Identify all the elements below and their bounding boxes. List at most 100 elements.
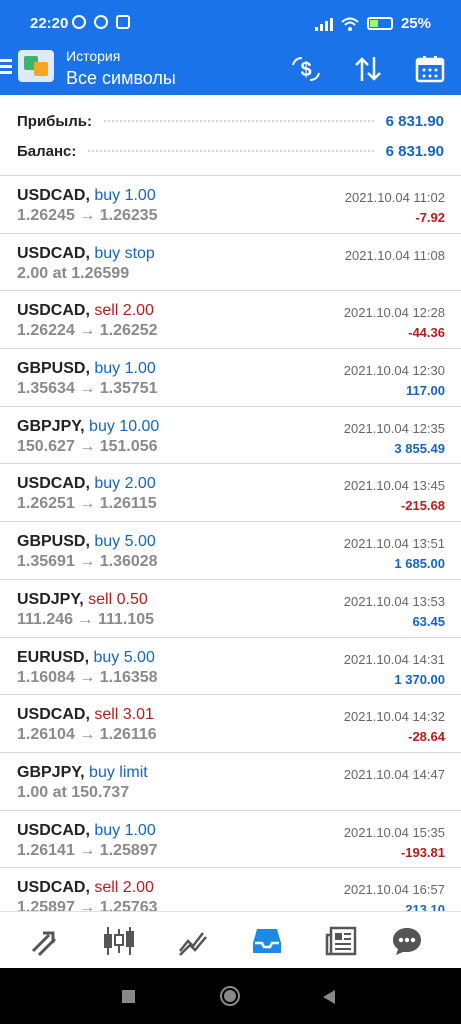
trade-prices: 1.26141 → 1.25897 (17, 841, 158, 859)
trade-row[interactable]: USDCAD, sell 3.01 1.26104 → 1.26116 2021.1… (0, 695, 461, 753)
trade-row[interactable]: USDCAD, sell 2.00 1.25897 → 1.25763 2021.1… (0, 868, 461, 911)
trade-symbol: GBPJPY, (17, 763, 85, 781)
bottom-nav (0, 911, 461, 968)
chat-icon[interactable] (390, 924, 424, 958)
trade-row[interactable]: USDCAD, sell 2.00 1.26224 → 1.26252 2021.1… (0, 291, 461, 350)
trade-title: USDCAD, buy 1.00 (17, 187, 156, 205)
chart-icon[interactable] (102, 924, 136, 958)
trade-title: USDCAD, buy 1.00 (17, 822, 156, 840)
trade-title: EURUSD, buy 5.00 (17, 649, 155, 667)
trade-title: USDJPY, sell 0.50 (17, 591, 148, 609)
trade-row[interactable]: GBPJPY, buy limit 1.00 at 150.737 2021.10.… (0, 753, 461, 811)
profit-row: Прибыль: 6 831.90 (17, 110, 444, 132)
trade-time: 2021.10.04 15:35 (343, 824, 445, 840)
trade-profit: 1 685.00 (394, 556, 445, 572)
quotes-icon[interactable] (28, 924, 62, 958)
symbol-filter[interactable]: Все символы (66, 68, 176, 89)
status-bar: 22:20 25% (0, 0, 461, 46)
trade-profit: -193.81 (400, 844, 445, 860)
trade-profit: -28.64 (408, 729, 445, 745)
trade-title: GBPUSD, buy 5.00 (17, 533, 156, 551)
trade-time: 2021.10.04 13:51 (343, 536, 445, 552)
trade-history-list[interactable]: USDCAD, buy 1.00 1.26245 → 1.26235 2021.10… (0, 176, 461, 911)
profit-value: 6 831.90 (385, 112, 444, 130)
trade-symbol: USDCAD, (17, 187, 90, 204)
dotted-leader (88, 150, 374, 152)
trade-time: 2021.10.04 16:57 (343, 882, 445, 898)
profit-label: Прибыль: (17, 112, 92, 130)
trade-time: 2021.10.04 12:30 (343, 363, 445, 379)
trade-prices: 1.35691 → 1.36028 (17, 553, 158, 571)
trade-action: buy 5.00 (94, 533, 156, 551)
trade-action: sell 2.00 (94, 302, 154, 320)
balance-row: Баланс: 6 831.90 (17, 140, 444, 162)
trade-prices: 111.246 → 111.105 (17, 610, 155, 628)
trade-symbol: USDCAD, (17, 879, 90, 897)
svg-text:$: $ (300, 59, 311, 81)
trade-action: buy 1.00 (94, 821, 156, 839)
news-icon[interactable] (324, 924, 358, 958)
app-logo (18, 50, 54, 82)
trade-action: buy 1.00 (94, 187, 156, 204)
trade-symbol: USDCAD, (17, 475, 90, 493)
trade-row[interactable]: GBPUSD, buy 1.00 1.35634 → 1.35751 2021.10… (0, 349, 461, 407)
trade-profit: 213.10 (405, 902, 445, 911)
trade-symbol: EURUSD, (17, 648, 90, 666)
trade-prices: 1.00 at 150.737 (17, 783, 130, 801)
trade-prices: 1.26224 → 1.26252 (17, 322, 158, 340)
currency-exchange-icon[interactable]: $ (290, 54, 322, 84)
trade-action: buy limit (89, 763, 148, 781)
page-title: История (66, 48, 121, 64)
trade-symbol: USDCAD, (17, 302, 90, 320)
trade-title: USDCAD, buy stop (17, 245, 155, 263)
trade-title: USDCAD, sell 2.00 (17, 302, 154, 320)
trade-prices: 1.26245 → 1.26235 (17, 207, 158, 224)
status-right: 25% (314, 15, 431, 32)
trade-time: 2021.10.04 14:47 (343, 766, 445, 782)
battery-icon (366, 17, 393, 30)
trade-row[interactable]: USDCAD, buy 1.00 1.26141 → 1.25897 2021.10… (0, 811, 461, 869)
trade-title: GBPJPY, buy 10.00 (17, 418, 159, 436)
history-icon[interactable] (250, 924, 284, 958)
trade-time: 2021.10.04 13:45 (343, 478, 445, 494)
trade-prices: 1.26104 → 1.26116 (17, 726, 157, 744)
trade-row[interactable]: USDCAD, buy 1.00 1.26245 → 1.26235 2021.10… (0, 176, 461, 234)
trade-action: buy 10.00 (89, 417, 160, 435)
trade-profit: 1 370.00 (394, 671, 445, 687)
trade-prices: 1.35634 → 1.35751 (17, 380, 158, 398)
trade-row[interactable]: USDCAD, buy 2.00 1.26251 → 1.26115 2021.10… (0, 464, 461, 523)
menu-icon[interactable] (0, 56, 14, 76)
trade-row[interactable]: USDJPY, sell 0.50 111.246 → 111.105 2021.1… (0, 580, 461, 638)
sort-icon[interactable] (352, 54, 384, 84)
trade-time: 2021.10.04 14:31 (343, 651, 445, 667)
trade-prices: 1.25897 → 1.25763 (17, 899, 158, 911)
trade-time: 2021.10.04 12:35 (343, 420, 445, 436)
trade-action: buy 2.00 (94, 475, 156, 493)
trade-icon[interactable] (176, 924, 210, 958)
account-summary: Прибыль: 6 831.90 Баланс: 6 831.90 (0, 95, 461, 176)
trade-row[interactable]: EURUSD, buy 5.00 1.16084 → 1.16358 2021.10… (0, 638, 461, 696)
shield-icon (116, 15, 130, 29)
home-button[interactable] (220, 986, 240, 1006)
trade-time: 2021.10.04 11:08 (344, 247, 445, 263)
trade-title: GBPUSD, buy 1.00 (17, 360, 156, 378)
trade-row[interactable]: USDCAD, buy stop 2.00 at 1.26599 2021.10.0… (0, 234, 461, 292)
signal-icon (314, 17, 333, 31)
calendar-icon[interactable] (414, 54, 446, 84)
trade-action: sell 2.00 (94, 879, 154, 897)
trade-title: GBPJPY, buy limit (17, 764, 148, 782)
trade-title: USDCAD, sell 3.01 (17, 706, 154, 724)
trade-row[interactable]: GBPUSD, buy 5.00 1.35691 → 1.36028 2021.10… (0, 522, 461, 580)
trade-symbol: USDCAD, (17, 244, 90, 262)
trade-profit: 117.00 (405, 383, 445, 399)
trade-symbol: USDCAD, (17, 706, 90, 724)
trade-time: 2021.10.04 11:02 (344, 190, 445, 205)
trade-prices: 1.26251 → 1.26115 (17, 495, 157, 513)
back-button[interactable] (322, 990, 336, 1009)
trade-action: buy 1.00 (94, 360, 156, 378)
battery-level: 25% (400, 15, 431, 32)
trade-symbol: GBPUSD, (17, 360, 90, 378)
recents-button[interactable] (122, 990, 135, 1003)
trade-prices: 2.00 at 1.26599 (17, 264, 130, 282)
trade-row[interactable]: GBPJPY, buy 10.00 150.627 → 151.056 2021.1… (0, 407, 461, 465)
